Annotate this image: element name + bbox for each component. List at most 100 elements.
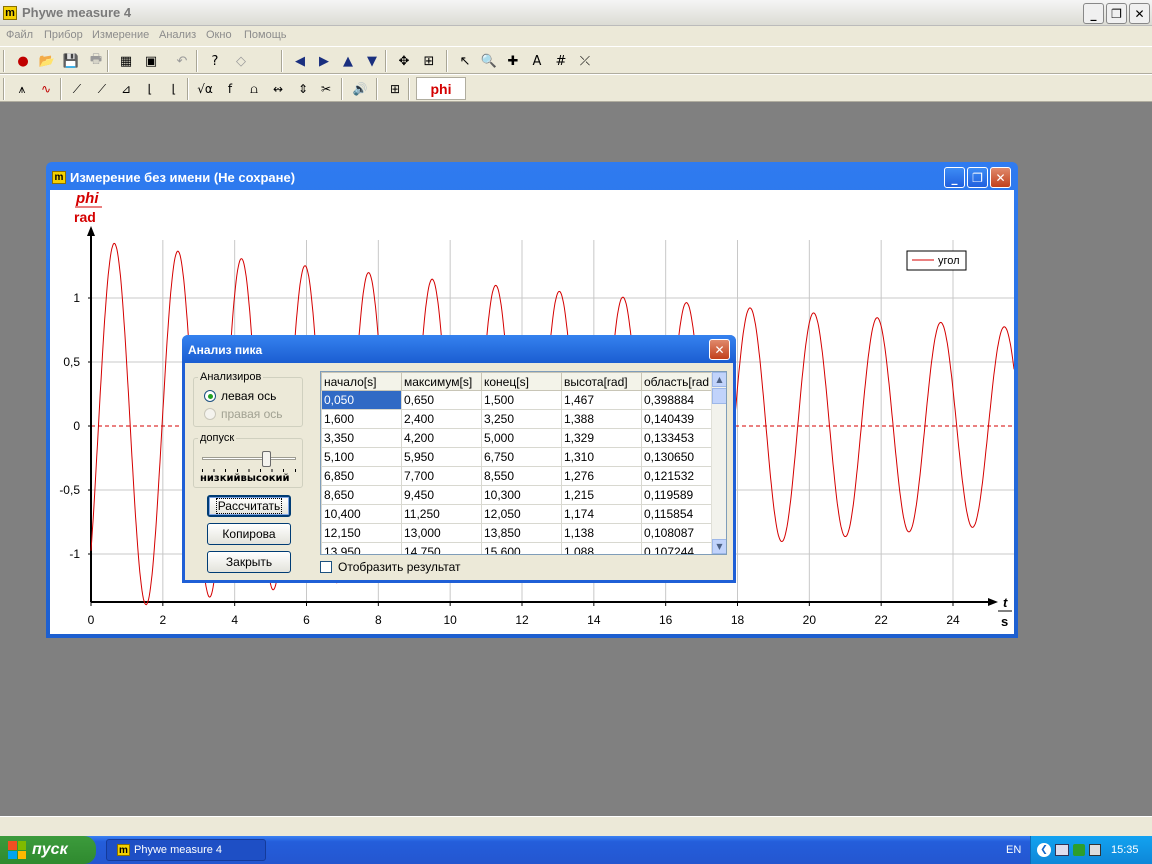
arrow-down-icon[interactable]: ▼	[362, 51, 382, 71]
filter-icon[interactable]: ↭	[268, 79, 288, 99]
table-icon[interactable]: ▦	[116, 51, 136, 71]
integral-icon[interactable]: ⊿	[116, 79, 136, 99]
radio-left-axis[interactable]: левая ось	[204, 389, 276, 403]
minimize-icon[interactable]: _	[1083, 3, 1104, 24]
table-cell[interactable]: 0,133453	[641, 428, 712, 448]
restore-icon[interactable]: ❐	[1106, 3, 1127, 24]
menu-window[interactable]: Окно	[206, 29, 232, 41]
table-row[interactable]: 0,050 0,650 1,500 1,467 0,398884	[321, 390, 712, 410]
tray-network-icon[interactable]	[1055, 844, 1069, 856]
text-icon[interactable]: A	[527, 51, 547, 71]
sqrt-icon[interactable]: √α	[195, 79, 215, 99]
smooth-curve-icon[interactable]: ∿	[36, 79, 56, 99]
table-cell[interactable]: 12,050	[481, 504, 562, 524]
table-cell[interactable]: 10,400	[321, 504, 402, 524]
table-cell[interactable]: 4,200	[401, 428, 482, 448]
column-header[interactable]: область[rad	[641, 372, 712, 391]
menu-device[interactable]: Прибор	[44, 29, 83, 41]
table-cell[interactable]: 1,600	[321, 409, 402, 429]
undo-icon[interactable]: ↶	[172, 51, 192, 71]
menu-measurement[interactable]: Измерение	[92, 29, 149, 41]
table-cell[interactable]: 1,388	[561, 409, 642, 429]
channel-selector[interactable]: phi	[416, 77, 466, 100]
crosshair-icon[interactable]: ✚	[503, 51, 523, 71]
scroll-down-icon[interactable]: ▼	[712, 539, 726, 554]
column-header[interactable]: высота[rad]	[561, 372, 642, 391]
tray-security-icon[interactable]	[1073, 844, 1085, 856]
table-cell[interactable]: 0,108087	[641, 523, 712, 543]
sound-icon[interactable]: 🔊	[350, 79, 370, 99]
slope-icon[interactable]: ⟋	[92, 79, 112, 99]
table-row[interactable]: 1,600 2,400 3,250 1,388 0,140439	[321, 409, 712, 429]
child-close-icon[interactable]: ✕	[990, 167, 1011, 188]
table-cell[interactable]: 5,950	[401, 447, 482, 467]
table-row[interactable]: 13,950 14,750 15,600 1,088 0,107244	[321, 542, 712, 554]
table-cell[interactable]: 1,088	[561, 542, 642, 554]
compare-icon[interactable]: ⇕	[293, 79, 313, 99]
cut-icon[interactable]: ✂	[316, 79, 336, 99]
function-icon[interactable]: f	[220, 79, 240, 99]
table-cell[interactable]: 0,650	[401, 390, 482, 410]
grid-icon[interactable]: #	[551, 51, 571, 71]
derivative-icon[interactable]: ⌊	[140, 79, 160, 99]
table-cell[interactable]: 7,700	[401, 466, 482, 486]
image-icon[interactable]: ▣	[141, 51, 161, 71]
start-button[interactable]: пуск	[0, 836, 96, 864]
table-cell[interactable]: 13,850	[481, 523, 562, 543]
table-cell[interactable]: 13,000	[401, 523, 482, 543]
peak-analysis-icon[interactable]: ⩚	[12, 79, 32, 99]
table-cell[interactable]: 1,138	[561, 523, 642, 543]
smoothing-icon[interactable]: ⩍	[244, 79, 264, 99]
table-cell[interactable]: 5,100	[321, 447, 402, 467]
scale-axes-icon[interactable]: ⊞	[419, 51, 439, 71]
table-cell[interactable]: 8,650	[321, 485, 402, 505]
fit-line-icon[interactable]: ⤫	[575, 51, 595, 71]
pointer-icon[interactable]: ↖	[455, 51, 475, 71]
show-result-checkbox[interactable]: Отобразить результат	[320, 560, 461, 574]
tangent-icon[interactable]: ⟋	[67, 79, 87, 99]
menu-analysis[interactable]: Анализ	[159, 29, 196, 41]
channel-icon[interactable]: ⊞	[385, 79, 405, 99]
table-row[interactable]: 6,850 7,700 8,550 1,276 0,121532	[321, 466, 712, 486]
table-cell[interactable]: 13,950	[321, 542, 402, 554]
table-cell[interactable]: 1,215	[561, 485, 642, 505]
table-row[interactable]: 12,150 13,000 13,850 1,138 0,108087	[321, 523, 712, 543]
table-cell[interactable]: 0,140439	[641, 409, 712, 429]
table-cell[interactable]: 14,750	[401, 542, 482, 554]
column-header[interactable]: конец[s]	[481, 372, 562, 391]
slider-thumb[interactable]	[261, 451, 271, 467]
table-cell[interactable]: 5,000	[481, 428, 562, 448]
table-cell[interactable]: 6,850	[321, 466, 402, 486]
table-cell[interactable]: 3,350	[321, 428, 402, 448]
arrow-left-icon[interactable]: ◀	[290, 51, 310, 71]
table-cell[interactable]: 0,107244	[641, 542, 712, 554]
menu-file[interactable]: Файл	[6, 29, 33, 41]
table-cell[interactable]: 0,130650	[641, 447, 712, 467]
column-header[interactable]: максимум[s]	[401, 372, 482, 391]
table-cell[interactable]: 1,329	[561, 428, 642, 448]
regression-icon[interactable]: ⌊	[164, 79, 184, 99]
close-icon[interactable]: ✕	[1129, 3, 1150, 24]
table-cell[interactable]: 1,500	[481, 390, 562, 410]
table-cell[interactable]: 8,550	[481, 466, 562, 486]
table-cell[interactable]: 3,250	[481, 409, 562, 429]
table-cell[interactable]: 1,310	[561, 447, 642, 467]
table-cell[interactable]: 0,398884	[641, 390, 712, 410]
table-cell[interactable]: 2,400	[401, 409, 482, 429]
scroll-thumb[interactable]	[712, 388, 726, 404]
table-cell[interactable]: 6,750	[481, 447, 562, 467]
table-cell[interactable]: 15,600	[481, 542, 562, 554]
scroll-up-icon[interactable]: ▲	[712, 372, 726, 387]
table-row[interactable]: 5,100 5,950 6,750 1,310 0,130650	[321, 447, 712, 467]
table-cell[interactable]: 11,250	[401, 504, 482, 524]
table-cell[interactable]: 1,467	[561, 390, 642, 410]
copy-button[interactable]: Копирова	[207, 523, 291, 545]
child-maximize-icon[interactable]: ❐	[967, 167, 988, 188]
arrow-up-icon[interactable]: ▲	[338, 51, 358, 71]
table-row[interactable]: 8,650 9,450 10,300 1,215 0,119589	[321, 485, 712, 505]
table-cell[interactable]: 9,450	[401, 485, 482, 505]
table-cell[interactable]: 10,300	[481, 485, 562, 505]
dialog-close-icon[interactable]: ✕	[709, 339, 730, 360]
zoom-icon[interactable]: 🔍	[479, 51, 499, 71]
taskbar-task-phywe[interactable]: m Phywe measure 4	[106, 839, 266, 861]
